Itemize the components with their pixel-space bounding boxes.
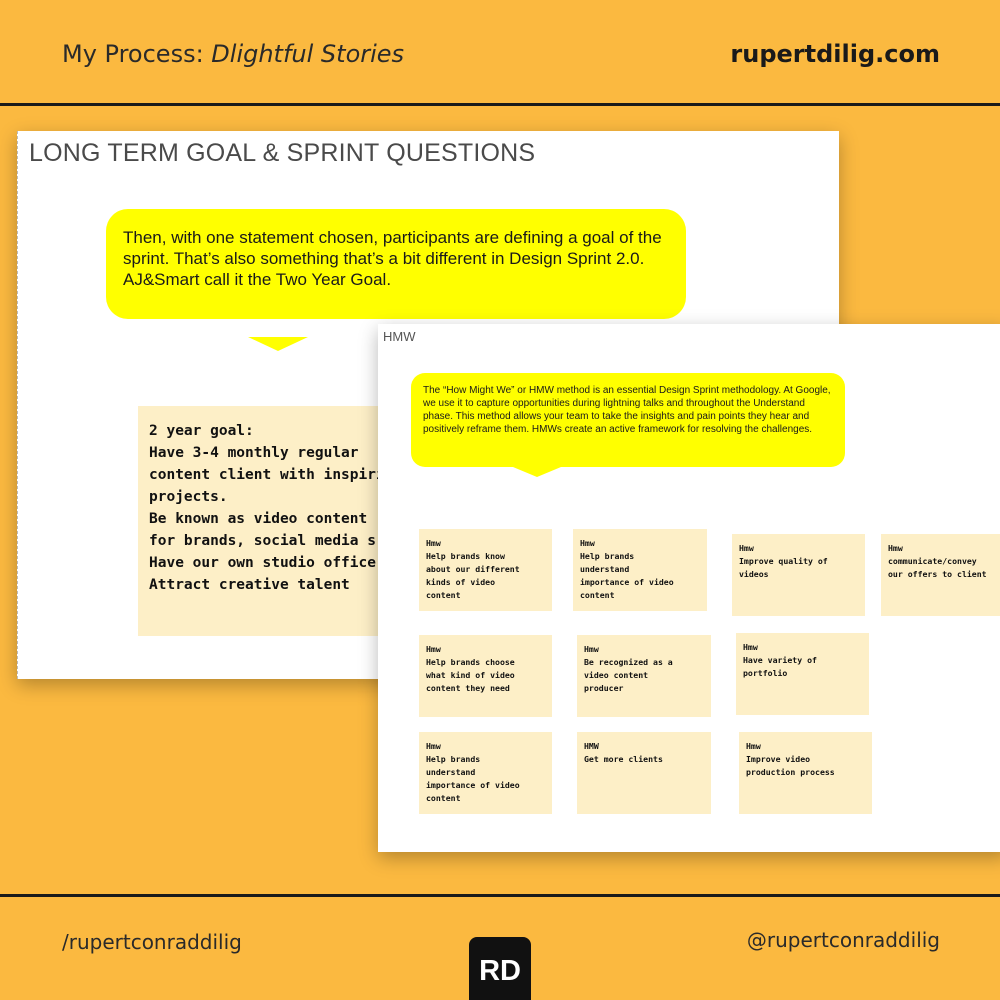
rd-logo-text: RD [480,955,520,985]
rd-logo: RD [469,937,531,1000]
hmw-sticky-note: Hmw Help brands understand importance of… [419,732,552,814]
slide-label: HMW [383,329,416,344]
header-title-prefix: My Process: [62,40,212,68]
slide-hmw: HMW The “How Might We” or HMW method is … [378,324,1000,852]
hmw-sticky-note: HMW Get more clients [577,732,711,814]
hmw-sticky-note: Hmw Help brands understand importance of… [573,529,707,611]
footer-handle-right[interactable]: @rupertconraddilig [747,928,940,952]
footer-divider [0,894,1000,897]
speech-bubble-tail [248,337,308,351]
header-title-italic: Dlightful Stories [211,40,405,68]
hmw-sticky-note: Hmw communicate/convey our offers to cli… [881,534,1000,616]
hmw-sticky-note: Hmw Improve video production process [739,732,872,814]
hmw-sticky-note: Hmw Help brands choose what kind of vide… [419,635,552,717]
header-title: My Process: Dlightful Stories [62,40,404,68]
header-divider [0,103,1000,106]
hmw-sticky-note: Hmw Have variety of portfolio [736,633,869,715]
hmw-sticky-note: Hmw Help brands know about our different… [419,529,552,611]
hmw-sticky-note: Hmw Improve quality of videos [732,534,865,616]
speech-bubble: Then, with one statement chosen, partici… [106,209,686,319]
slide-title: LONG TERM GOAL & SPRINT QUESTIONS [29,139,536,167]
hmw-sticky-note: Hmw Be recognized as a video content pro… [577,635,711,717]
site-url[interactable]: rupertdilig.com [730,40,940,68]
footer-handle-left[interactable]: /rupertconraddilig [62,930,242,954]
rd-logo-icon: RD [480,955,520,985]
speech-bubble: The “How Might We” or HMW method is an e… [411,373,845,467]
speech-bubble-tail [513,467,561,477]
